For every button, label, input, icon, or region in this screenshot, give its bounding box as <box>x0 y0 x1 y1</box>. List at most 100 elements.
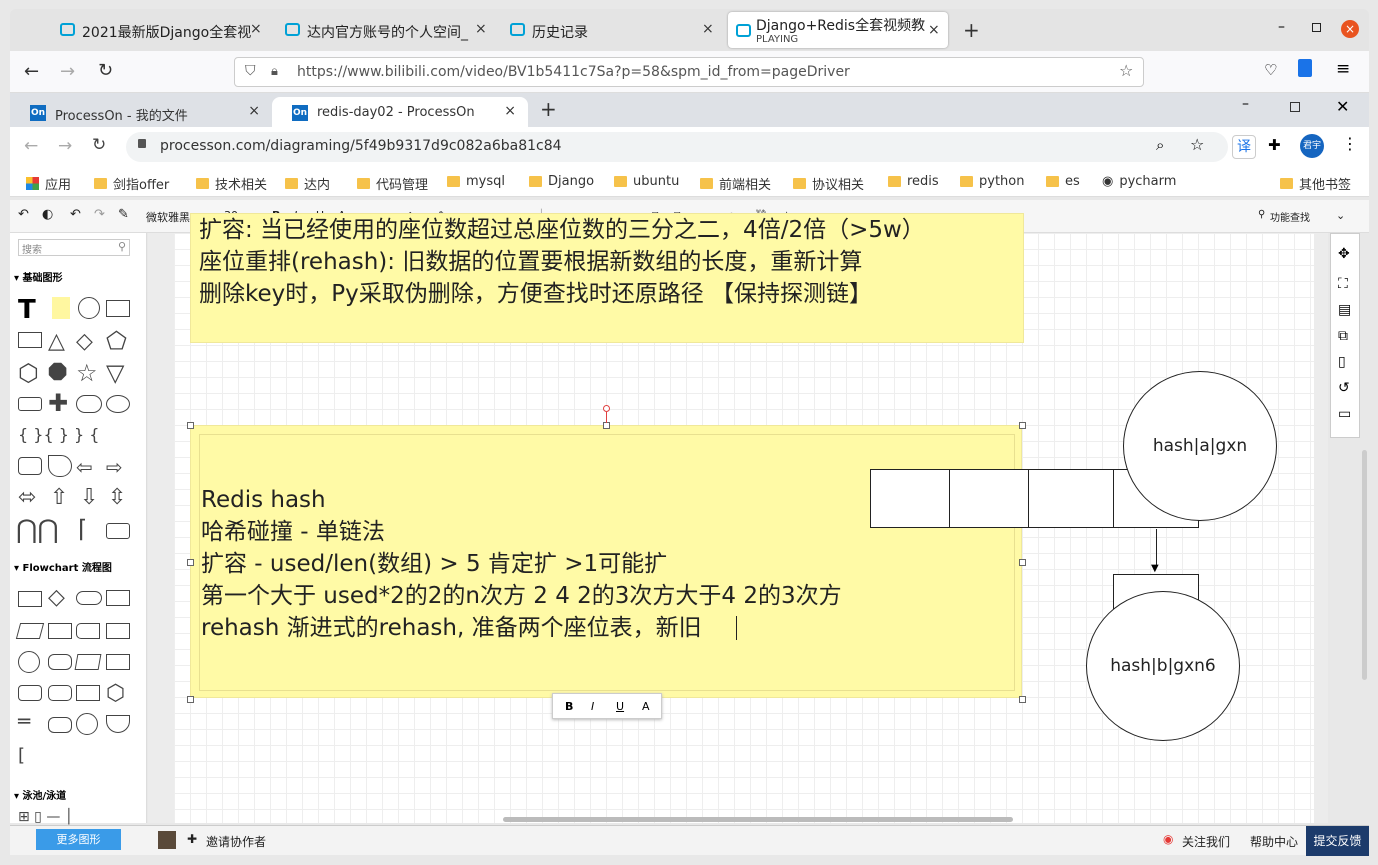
comment-icon[interactable]: ▭ <box>1338 406 1351 422</box>
undo-icon[interactable]: ↶ <box>70 207 81 222</box>
decision-shape[interactable]: ◇ <box>48 585 65 610</box>
minimize-icon[interactable]: – <box>1242 96 1249 112</box>
double-arrow-shape[interactable]: ⬄ <box>18 485 36 510</box>
pool-shapes[interactable]: ⊞ ▯ — │ <box>18 809 73 825</box>
round-rect-shape[interactable] <box>18 457 42 475</box>
display-shape[interactable] <box>48 685 72 701</box>
reload-icon[interactable]: ↻ <box>98 60 113 81</box>
ff-tab-2[interactable]: 达内官方账号的个人空间_ × <box>235 9 495 51</box>
right-arrow-shape[interactable]: ⇨ <box>106 455 123 479</box>
forward-icon[interactable]: → <box>60 61 75 82</box>
cr-url-bar[interactable]: processon.com/diagraming/5f49b9317d9c082… <box>126 132 1228 162</box>
bookmark-folder[interactable]: ubuntu <box>614 174 679 189</box>
translate-icon[interactable]: 译 <box>1232 135 1256 159</box>
file-icon[interactable]: ▯ <box>1338 354 1346 370</box>
close-icon[interactable]: × <box>248 103 260 119</box>
manual-op-shape[interactable] <box>76 685 100 701</box>
rect-shape[interactable] <box>106 523 130 539</box>
pentagon-shape[interactable]: ⬠ <box>106 327 127 355</box>
bold-button[interactable]: B <box>565 700 573 713</box>
updown-arrow-shape[interactable]: ⇳ <box>108 485 126 510</box>
drawing-page[interactable]: 扩容: 当已经使用的座位数超过总座位数的三分之二，4倍/2倍（>5w） 座位重排… <box>174 213 1314 823</box>
h-scrollbar[interactable] <box>503 817 1013 822</box>
ff-tab-3[interactable]: 历史记录 × <box>460 9 725 51</box>
copy-icon[interactable]: ⧉ <box>1338 328 1348 344</box>
resize-handle[interactable] <box>1019 422 1026 429</box>
array-cell[interactable] <box>1028 469 1114 528</box>
bookmark-other[interactable]: 其他书签 <box>1280 174 1351 193</box>
bookmark-folder[interactable]: python <box>960 174 1024 189</box>
terminator-shape[interactable] <box>76 591 102 605</box>
close-icon[interactable]: × <box>702 21 714 37</box>
back-icon[interactable]: ← <box>24 136 38 156</box>
hash-node-b[interactable]: hash|b|gxn6 <box>1086 591 1240 741</box>
pocket-icon[interactable]: ♡ <box>1264 61 1277 79</box>
u-shape[interactable]: ⋂⋂ <box>16 515 59 545</box>
resize-handle[interactable] <box>187 696 194 703</box>
bookmark-folder[interactable]: 代码管理 <box>357 174 428 193</box>
minimize-icon[interactable]: – <box>1278 19 1285 35</box>
resize-handle[interactable] <box>187 559 194 566</box>
preparation-shape[interactable]: ⬡ <box>106 681 125 706</box>
data-shape[interactable] <box>15 623 45 639</box>
triangle-shape[interactable]: △ <box>48 329 65 354</box>
resize-handle[interactable] <box>1019 559 1026 566</box>
tape-shape[interactable] <box>18 397 42 411</box>
circle-shape[interactable] <box>76 713 98 735</box>
hash-node-a[interactable]: hash|a|gxn <box>1123 371 1277 521</box>
feedback-button[interactable]: 提交反馈 <box>1306 826 1369 856</box>
diamond-shape[interactable]: ◇ <box>76 329 93 354</box>
internal-storage-shape[interactable] <box>106 623 130 639</box>
array-cell[interactable] <box>870 469 950 528</box>
history-icon[interactable]: ↺ <box>1338 380 1350 396</box>
invite-button[interactable]: 邀请协作者 <box>206 833 266 850</box>
cr-tab-1[interactable]: On ProcessOn - 我的文件 × <box>10 97 272 127</box>
loop-shape[interactable] <box>48 717 72 733</box>
v-scrollbar[interactable] <box>1362 450 1367 680</box>
octagon-shape[interactable]: ⯃ <box>48 359 67 387</box>
close-icon[interactable]: × <box>928 22 940 38</box>
forward-icon[interactable]: → <box>58 136 72 156</box>
offpage-shape[interactable] <box>106 715 130 733</box>
up-arrow-shape[interactable]: ⇧ <box>50 485 68 510</box>
feature-search[interactable]: 功能查找 <box>1270 209 1310 224</box>
ff-tab-4-active[interactable]: Django+Redis全套视频教 PLAYING × <box>728 12 948 48</box>
canvas[interactable]: 扩容: 当已经使用的座位数超过总座位数的三分之二，4倍/2倍（>5w） 座位重排… <box>148 213 1328 823</box>
close-icon[interactable]: × <box>504 103 516 119</box>
hexagon-shape[interactable]: ⬡ <box>18 359 39 387</box>
zoom-icon[interactable]: ⌕ <box>1156 136 1164 154</box>
reload-icon[interactable]: ↻ <box>92 135 106 155</box>
follow-button[interactable]: 关注我们 <box>1182 833 1230 850</box>
predefined-shape[interactable] <box>48 623 72 639</box>
bookmark-pycharm[interactable]: ◉ pycharm <box>1102 174 1176 189</box>
process-shape[interactable] <box>18 591 42 607</box>
navigator-icon[interactable]: ✥ <box>1338 246 1350 262</box>
star-icon[interactable]: ☆ <box>1119 61 1133 80</box>
bookmark-folder[interactable]: 剑指offer <box>94 174 169 193</box>
bookmark-folder[interactable]: 协议相关 <box>793 174 864 193</box>
cr-tab-2-active[interactable]: On redis-day02 - ProcessOn × <box>272 97 528 127</box>
ff-tab-1[interactable]: 2021最新版Django全套视 × <box>10 9 270 51</box>
annotation-shape[interactable]: [ <box>18 745 25 766</box>
bookmark-folder[interactable]: es <box>1046 174 1080 189</box>
brace-shapes[interactable]: { }{ } } { <box>18 425 99 444</box>
new-tab-icon[interactable]: + <box>540 97 557 121</box>
manual-input-shape[interactable] <box>74 654 102 670</box>
undo-style-icon[interactable]: ↶ <box>18 207 29 222</box>
section-swimlane[interactable]: ▾ 泳池/泳道 <box>14 787 66 802</box>
resize-handle[interactable] <box>603 422 610 429</box>
star-icon[interactable]: ☆ <box>1190 135 1204 154</box>
rotate-handle[interactable] <box>603 405 610 412</box>
star-shape[interactable]: ☆ <box>76 359 98 387</box>
circle-shape[interactable] <box>78 297 100 319</box>
close-window-icon[interactable]: × <box>1341 20 1359 38</box>
section-flowchart[interactable]: ▾ Flowchart 流程图 <box>14 559 112 574</box>
more-icon[interactable]: ⋮ <box>1342 134 1358 153</box>
extension-icon[interactable] <box>1298 59 1312 77</box>
card-shape[interactable] <box>106 654 130 670</box>
rect-shape[interactable] <box>18 332 42 348</box>
top-sticky-note[interactable]: 扩容: 当已经使用的座位数超过总座位数的三分之二，4倍/2倍（>5w） 座位重排… <box>190 213 1024 343</box>
maximize-icon[interactable] <box>1312 23 1321 32</box>
maximize-icon[interactable] <box>1290 102 1300 112</box>
font-select[interactable]: 微软雅黑 <box>146 209 190 225</box>
